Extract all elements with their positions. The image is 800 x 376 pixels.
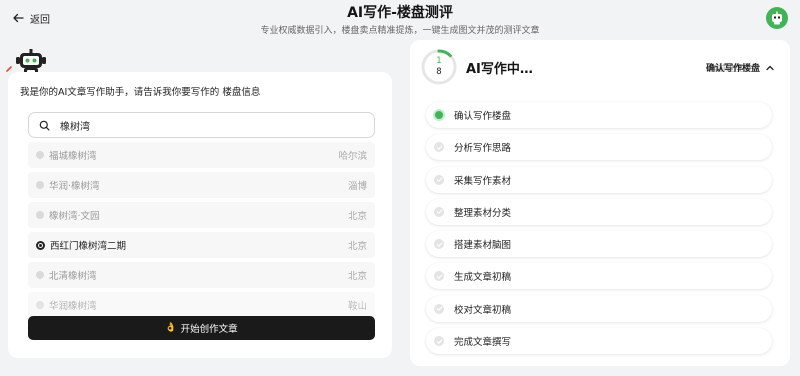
radio-icon xyxy=(36,211,44,219)
writing-step-label: 整理素材分类 xyxy=(454,207,512,219)
progress-counter: 1 8 xyxy=(420,48,458,86)
radio-icon xyxy=(36,271,44,279)
active-step-icon xyxy=(433,109,445,121)
building-list: 福城橡树湾 哈尔滨 华润·橡树湾 淄博 橡树湾·文园 北京 西红门橡树湾二期 北京 北清橡树湾北… xyxy=(28,142,375,322)
building-city: 北京 xyxy=(347,271,367,282)
writing-steps: 确认写作楼盘 分析写作思路 采集写作素材 整理素材分类 搭建素材脑图 生成文章初稿 校对文章… xyxy=(426,102,772,360)
writing-step-label: 分析写作思路 xyxy=(454,143,512,155)
progress-current-number: 1 xyxy=(436,56,442,66)
radio-icon xyxy=(36,181,44,189)
spark-accent-icon xyxy=(6,66,12,72)
robot-avatar-icon xyxy=(772,11,782,25)
radio-icon xyxy=(36,301,44,309)
radio-icon xyxy=(36,240,45,250)
progress-step-name: 确认写作楼盘 xyxy=(705,64,760,74)
page-title: AI写作-楼盘测评 xyxy=(347,5,453,21)
writing-step-label: 确认写作楼盘 xyxy=(454,111,512,122)
check-icon xyxy=(434,239,444,250)
chevron-up-icon xyxy=(766,65,774,70)
writing-step: 整理素材分类 xyxy=(426,198,772,225)
search-icon xyxy=(39,120,50,130)
check-icon xyxy=(434,271,444,282)
writing-step: 分析写作思路 xyxy=(426,134,772,161)
writing-step: 搭建素材脑图 xyxy=(426,231,772,258)
writing-progress-panel: 1 8 AI写作中… 当前进度: 确认写作楼盘 确认写作楼盘 分析写作思路 采集写作… xyxy=(410,40,790,366)
check-icon xyxy=(434,303,444,314)
check-icon xyxy=(434,336,444,347)
ok-hand-icon: 👌 xyxy=(165,323,177,333)
building-name: 橡树湾·文园 xyxy=(49,211,100,222)
page-subtitle: 专业权威数据引入，楼盘卖点精准提炼，一键生成图文并茂的测评文章 xyxy=(260,26,540,36)
building-name: 华润橡树湾 xyxy=(49,301,97,312)
building-name: 华润·橡树湾 xyxy=(49,181,100,192)
building-city: 鞍山 xyxy=(347,301,367,312)
building-option[interactable]: 福城橡树湾 哈尔滨 xyxy=(28,142,375,168)
building-name: 西红门橡树湾二期 xyxy=(50,241,127,252)
writing-step-label: 完成文章撰写 xyxy=(454,337,512,349)
building-option[interactable]: 橡树湾·文园 北京 xyxy=(28,202,375,228)
progress-dropdown[interactable]: 确认写作楼盘 xyxy=(706,61,774,74)
writing-status-title: AI写作中… xyxy=(466,62,533,77)
writing-step: 校对文章初稿 xyxy=(426,295,772,322)
writing-step-label: 搭建素材脑图 xyxy=(454,240,512,252)
building-name: 北清橡树湾 xyxy=(49,271,97,282)
building-option[interactable]: 西红门橡树湾二期 北京 xyxy=(28,232,375,258)
building-option[interactable]: 华润·橡树湾 淄博 xyxy=(28,172,375,198)
writing-step-label: 校对文章初稿 xyxy=(454,304,512,316)
writing-step-label: 生成文章初稿 xyxy=(454,272,512,284)
user-avatar[interactable] xyxy=(766,7,788,29)
building-city: 哈尔滨 xyxy=(338,151,367,162)
building-city: 北京 xyxy=(347,241,367,252)
building-picker-panel: 我是你的AI文章写作助手，请告诉我你要写作的 楼盘信息 福城橡树湾 哈尔滨华润·橡… xyxy=(8,72,392,358)
check-icon xyxy=(434,142,444,153)
building-city: 淄博 xyxy=(347,181,367,192)
building-option[interactable]: 华润橡树湾 鞍山 xyxy=(28,292,375,318)
start-writing-label: 开始创作文章 xyxy=(180,324,238,335)
search-box[interactable] xyxy=(28,112,375,138)
writing-step-label: 采集写作素材 xyxy=(454,175,512,187)
check-icon xyxy=(434,174,444,185)
radio-icon xyxy=(36,151,44,159)
building-city: 北京 xyxy=(347,211,367,222)
progress-total-number: 8 xyxy=(436,67,442,77)
writing-step: 生成文章初稿 xyxy=(426,263,772,290)
writing-step: 采集写作素材 xyxy=(426,166,772,193)
start-writing-button[interactable]: 👌 开始创作文章 xyxy=(28,316,375,340)
building-name: 福城橡树湾 xyxy=(49,151,97,162)
writing-step: 完成文章撰写 xyxy=(426,328,772,355)
assistant-prompt: 我是你的AI文章写作助手，请告诉我你要写作的 楼盘信息 xyxy=(20,87,261,98)
writing-step: 确认写作楼盘 xyxy=(426,102,772,128)
building-option[interactable]: 北清橡树湾 北京 xyxy=(28,262,375,288)
search-input[interactable] xyxy=(60,119,340,131)
check-icon xyxy=(434,206,444,217)
